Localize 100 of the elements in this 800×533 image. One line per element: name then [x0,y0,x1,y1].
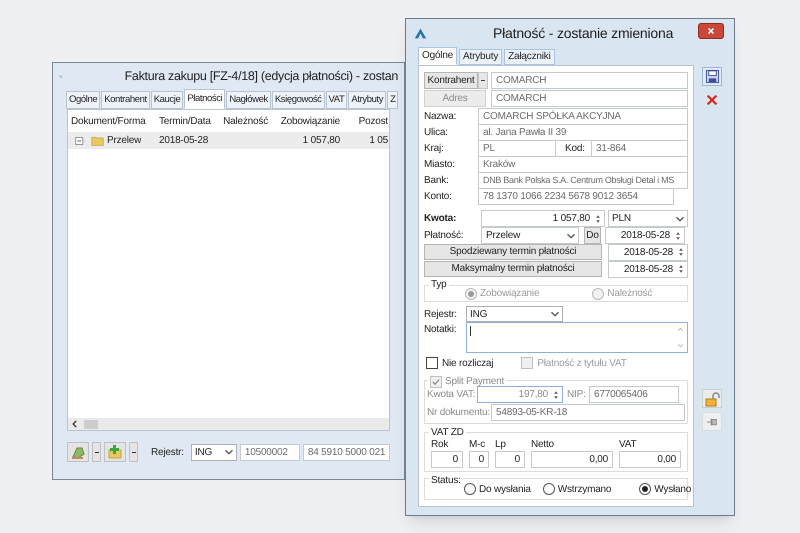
field-label: Rejestr: [424,308,458,322]
group-title: VAT ZD [429,425,466,440]
register-select[interactable]: ING [466,306,563,322]
checkbox-label: Płatność z tytułu VAT [537,356,627,370]
field-label: Lp [495,439,507,451]
field-label: Konto: [424,190,453,204]
number-field[interactable]: 0,00 [531,451,613,468]
tab[interactable]: Ogólne [418,47,458,65]
padlock-icon [704,390,720,406]
field-label: M-c [469,439,486,451]
text-field[interactable]: DNB Bank Polska S.A. Centrum Obsługi Detal i MS [478,172,688,189]
tab[interactable]: Księgowość [272,91,325,109]
column-header[interactable]: Pozost [343,114,388,128]
number-field[interactable]: 0 [469,451,489,468]
tab[interactable]: Kaucje [150,91,184,109]
radio-label: Wysłano [654,482,692,496]
date-field[interactable]: 2018-05-28 [608,260,688,278]
text-field[interactable]: al. Jana Pawła II 39 [478,124,688,141]
do-button[interactable]: Do [584,227,601,244]
field-label: Bank: [424,174,450,188]
delete-icon [705,92,719,106]
pin-button[interactable] [702,412,722,431]
date-field[interactable]: 2018-05-28 [608,244,688,260]
payment-method-select[interactable]: Przelew [481,227,579,244]
tab[interactable]: Nagłówek [226,91,271,109]
amount-field[interactable]: 1 057,80 [481,210,605,227]
text-field[interactable]: 10500002 [240,444,300,460]
date-button[interactable]: Maksymalny termin płatności [424,261,602,277]
column-header[interactable]: Należność [212,114,271,128]
column-header[interactable]: Zobowiązanie [271,114,343,128]
tab[interactable]: Załączniki [504,49,555,65]
radio-button[interactable] [464,483,476,495]
radio-label: Wstrzymano [558,482,612,496]
save-button[interactable] [702,67,722,86]
tab[interactable]: Kontrahent [101,91,150,109]
column-header[interactable]: Termin/Data [156,114,212,128]
save-icon [704,69,720,84]
field-label: Miasto: [424,158,456,172]
dropdown-button[interactable] [478,72,488,89]
contractor-button[interactable]: Kontrahent [424,72,478,89]
tab[interactable]: VAT [326,91,348,109]
unlock-button[interactable] [702,389,722,408]
table-cell-text: Przelew [107,134,142,148]
text-field[interactable]: COMARCH [491,72,688,89]
table-cell: 2018-05-28 [159,135,208,146]
checkbox[interactable] [426,357,438,369]
field-label: Nazwa: [424,110,458,124]
number-field[interactable]: 0,00 [619,451,681,468]
radio-label: Zobowiązanie [480,287,540,301]
dropdown-button[interactable] [129,442,138,462]
field-label: Nr dokumentu: [427,406,491,420]
folder-icon [91,134,104,147]
field-label: Ulica: [424,126,449,140]
field-label: NIP: [566,388,587,402]
number-field[interactable]: 0 [495,451,525,468]
register-select[interactable]: ING [190,444,237,460]
field-label: Kod: [564,142,586,156]
text-field[interactable]: COMARCH SPÓŁKA AKCYJNA [478,108,688,125]
radio-label: Należność [607,287,652,301]
scrollbar-thumb[interactable] [84,420,98,428]
checkbox-label: Nie rozliczaj [442,356,494,370]
field-label: Płatność: [424,229,464,243]
text-field[interactable]: PL [478,140,556,157]
table-cell: 1 057,80 [302,135,340,146]
horizontal-scrollbar[interactable] [68,418,389,430]
field-label: Rok [431,439,450,451]
text-field[interactable]: COMARCH [491,90,688,107]
radio-label: Do wysłania [479,482,531,496]
table-row[interactable]: Przelew 2018-05-28 1 057,80 1 05 [68,132,389,149]
field-label: Netto [531,439,555,451]
field-label: Rejestr: [151,446,184,460]
field-label: Notatki: [424,323,458,337]
tab[interactable]: Z [387,91,398,109]
radio-button[interactable] [639,483,652,495]
field-label: Kwota: [424,212,458,226]
text-field[interactable]: 31-864 [591,140,688,157]
group-title: Typ [429,277,449,292]
date-field[interactable]: 2018-05-28 [605,227,685,244]
dropdown-button[interactable] [92,442,101,462]
text-field[interactable]: 78 1370 1066 2234 5678 9012 3654 [478,188,674,205]
column-header[interactable]: Dokument/Forma [68,114,156,128]
field-label: Kraj: [424,142,445,156]
currency-select[interactable]: PLN [608,210,688,227]
tab[interactable]: Płatności [184,89,226,109]
number-field[interactable]: 0 [431,451,463,468]
tab[interactable]: Atrybuty [348,91,386,109]
field-label: Kwota VAT: [427,388,476,402]
tab[interactable]: Ogólne [66,91,100,109]
close-icon [706,26,716,36]
check-icon [431,376,441,386]
text-field[interactable]: Kraków [478,156,688,173]
tab[interactable]: Atrybuty [459,49,502,65]
app-logo-icon [414,26,427,40]
window-title: Faktura zakupu [FZ-4/18] (edycja płatności) - zostan [124,68,398,85]
close-button[interactable] [698,23,724,39]
text-field[interactable]: 84 5910 5000 021 [302,444,390,460]
checkbox-label: Split Payment [445,375,504,389]
radio-button[interactable] [542,483,555,495]
add-folder-icon [107,444,123,460]
date-button[interactable]: Spodziewany termin płatności [424,244,602,260]
